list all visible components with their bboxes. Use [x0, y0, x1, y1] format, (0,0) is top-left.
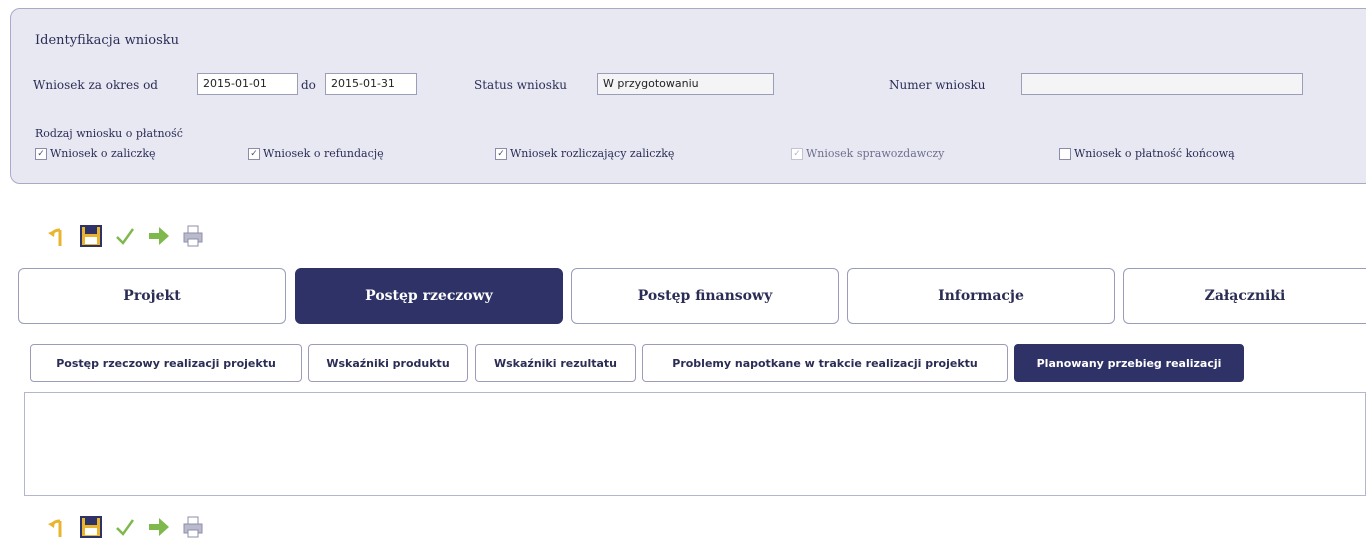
tab-postep-rzeczowy-label: Postęp rzeczowy	[365, 288, 493, 304]
tab-zalaczniki-label: Załączniki	[1204, 288, 1286, 304]
number-field	[1021, 73, 1303, 95]
undo-icon	[48, 228, 62, 246]
date-to-field[interactable]: 2015-01-31	[325, 73, 417, 95]
checkbox-refund-box[interactable]: ✓	[248, 147, 260, 160]
tab-informacje[interactable]: Informacje	[847, 268, 1115, 324]
print-button[interactable]	[180, 223, 206, 249]
subtab-planowany-przebieg[interactable]: Planowany przebieg realizacji	[1014, 344, 1244, 382]
subtab-wskazniki-produktu[interactable]: Wskaźniki produktu	[308, 344, 468, 382]
save-icon	[80, 516, 102, 538]
subtab-wskazniki-rezultatu-label: Wskaźniki rezultatu	[494, 356, 617, 370]
content-text-area[interactable]	[24, 392, 1366, 496]
checkbox-reporting-label: Wniosek sprawozdawczy	[806, 147, 945, 160]
tab-postep-finansowy-label: Postęp finansowy	[637, 288, 773, 304]
save-icon	[80, 225, 102, 247]
subtab-wskazniki-produktu-label: Wskaźniki produktu	[326, 356, 450, 370]
checkbox-settling-advance[interactable]: ✓ Wniosek rozliczający zaliczkę	[495, 147, 674, 160]
submit-button[interactable]	[146, 223, 172, 249]
checkbox-advance-label: Wniosek o zaliczkę	[50, 147, 156, 160]
submit-arrow-icon	[149, 518, 169, 536]
checkbox-refund-label: Wniosek o refundację	[263, 147, 384, 160]
date-from-field[interactable]: 2015-01-01	[197, 73, 298, 95]
tab-projekt[interactable]: Projekt	[18, 268, 286, 324]
number-label: Numer wniosku	[889, 78, 986, 92]
subtab-postep-realizacji[interactable]: Postęp rzeczowy realizacji projektu	[30, 344, 302, 382]
top-toolbar	[44, 219, 206, 253]
checkbox-final-payment-box[interactable]	[1059, 147, 1071, 160]
tab-zalaczniki[interactable]: Załączniki	[1123, 268, 1366, 324]
tab-projekt-label: Projekt	[123, 288, 181, 304]
validate-button-bottom[interactable]	[112, 514, 138, 540]
subtab-problemy-label: Problemy napotkane w trakcie realizacji …	[672, 356, 978, 370]
tab-postep-rzeczowy[interactable]: Postęp rzeczowy	[295, 268, 563, 324]
checkbox-refund[interactable]: ✓ Wniosek o refundację	[248, 147, 384, 160]
identification-panel: Identyfikacja wniosku Wniosek za okres o…	[10, 8, 1366, 184]
payment-type-label: Rodzaj wniosku o płatność	[35, 127, 183, 140]
status-field: W przygotowaniu	[597, 73, 774, 95]
tab-informacje-label: Informacje	[938, 288, 1024, 304]
save-button[interactable]	[78, 223, 104, 249]
checkbox-settling-advance-label: Wniosek rozliczający zaliczkę	[510, 147, 675, 160]
subtab-planowany-przebieg-label: Planowany przebieg realizacji	[1036, 356, 1222, 370]
undo-icon	[48, 519, 62, 537]
save-button-bottom[interactable]	[78, 514, 104, 540]
print-icon	[183, 516, 203, 538]
checkbox-settling-advance-box[interactable]: ✓	[495, 147, 507, 160]
subtab-postep-realizacji-label: Postęp rzeczowy realizacji projektu	[56, 356, 276, 370]
undo-button-bottom[interactable]	[44, 514, 70, 540]
undo-button[interactable]	[44, 223, 70, 249]
print-button-bottom[interactable]	[180, 514, 206, 540]
status-label: Status wniosku	[474, 78, 567, 92]
tab-postep-finansowy[interactable]: Postęp finansowy	[571, 268, 839, 324]
bottom-toolbar	[44, 510, 206, 544]
panel-title: Identyfikacja wniosku	[35, 33, 179, 48]
submit-button-bottom[interactable]	[146, 514, 172, 540]
checkbox-final-payment-label: Wniosek o płatność końcową	[1074, 147, 1235, 160]
validate-button[interactable]	[112, 223, 138, 249]
check-icon	[116, 228, 135, 245]
subtab-wskazniki-rezultatu[interactable]: Wskaźniki rezultatu	[475, 344, 636, 382]
to-label: do	[301, 78, 316, 92]
print-icon	[183, 225, 203, 247]
checkbox-reporting: ✓ Wniosek sprawozdawczy	[791, 147, 944, 160]
submit-arrow-icon	[149, 227, 169, 245]
checkbox-advance-box[interactable]: ✓	[35, 147, 47, 160]
period-label: Wniosek za okres od	[33, 78, 158, 92]
checkbox-advance[interactable]: ✓ Wniosek o zaliczkę	[35, 147, 156, 160]
checkbox-final-payment[interactable]: Wniosek o płatność końcową	[1059, 147, 1235, 160]
checkbox-reporting-box: ✓	[791, 147, 803, 160]
check-icon	[116, 519, 135, 536]
subtab-problemy[interactable]: Problemy napotkane w trakcie realizacji …	[642, 344, 1008, 382]
